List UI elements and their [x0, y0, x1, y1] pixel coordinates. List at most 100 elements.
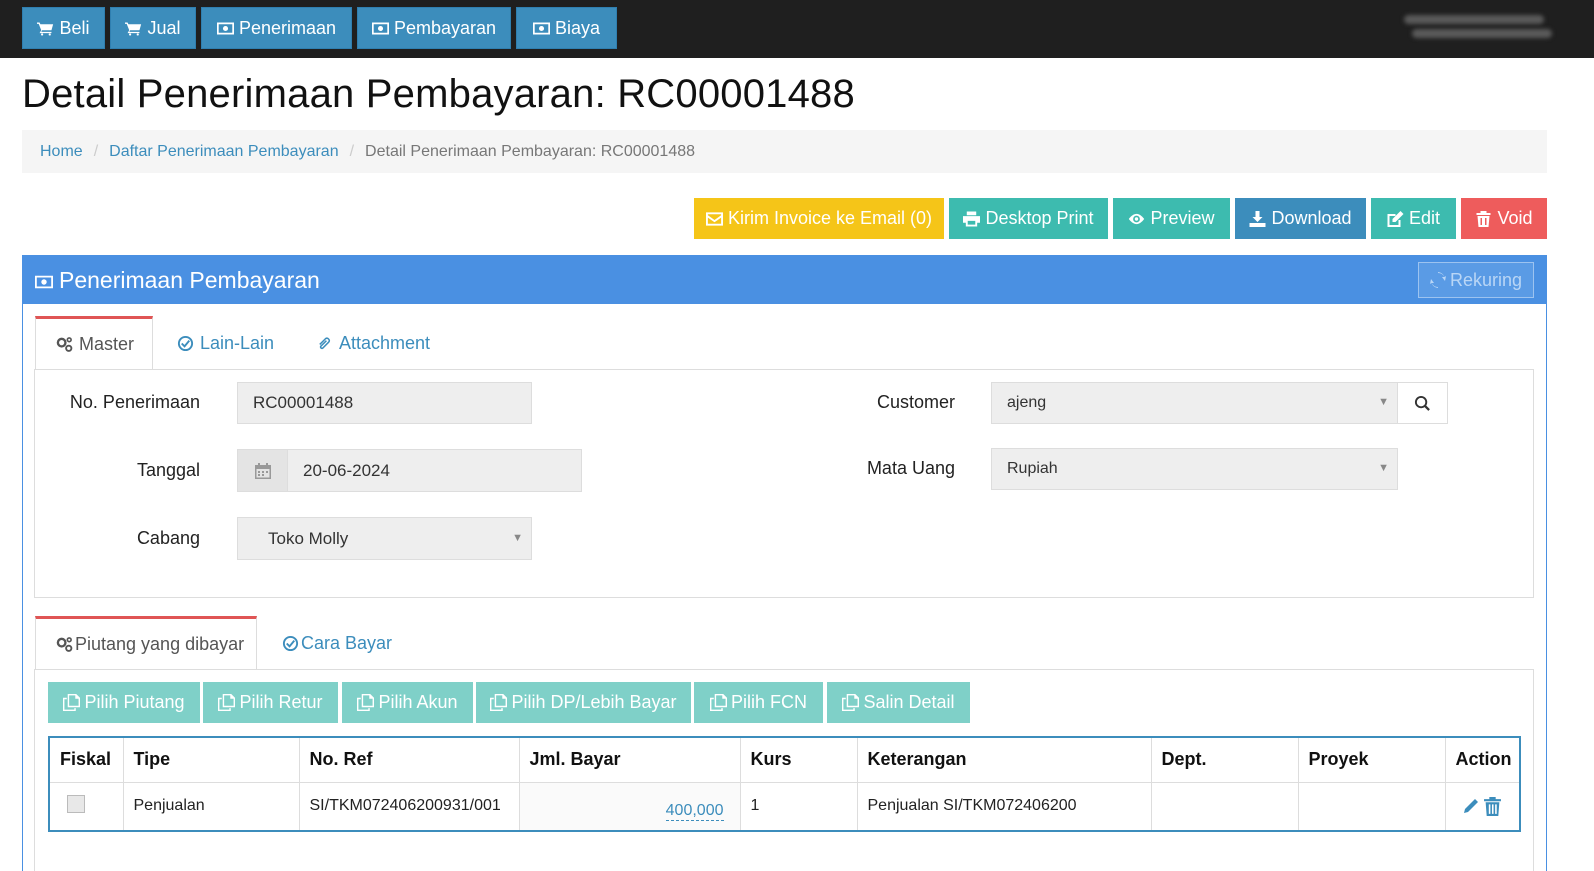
nav-penerimaan-button[interactable]: Penerimaan — [201, 7, 352, 49]
nav-pembayaran-button[interactable]: Pembayaran — [357, 7, 511, 49]
dept-cell — [1151, 782, 1299, 831]
tipe-cell: Penjualan — [123, 782, 300, 831]
nav-beli-label: Beli — [59, 17, 90, 38]
chevron-down-icon: ▼ — [512, 531, 523, 544]
page-title: Detail Penerimaan Pembayaran: RC00001488 — [22, 72, 855, 116]
customer-select[interactable]: ajeng ▼ — [991, 382, 1398, 424]
customer-value: ajeng — [1007, 394, 1047, 411]
paperclip-icon — [319, 337, 330, 349]
edit-label: Edit — [1408, 208, 1441, 228]
pilih-piutang-button[interactable]: Pilih Piutang — [48, 682, 200, 723]
col-jml-bayar: Jml. Bayar — [519, 737, 741, 783]
col-kurs: Kurs — [740, 737, 858, 783]
cart-icon — [125, 22, 142, 36]
nav-pembayaran-label: Pembayaran — [393, 17, 497, 38]
calendar-addon[interactable] — [237, 449, 288, 492]
table-header-row: Fiskal Tipe No. Ref Jml. Bayar Kurs Kete… — [49, 737, 1520, 783]
cart-icon — [37, 22, 54, 36]
tab-lain-lain[interactable]: Lain-Lain — [177, 316, 274, 370]
fiskal-checkbox[interactable] — [67, 794, 85, 813]
nav-penerimaan-label: Penerimaan — [238, 17, 337, 38]
cabang-select[interactable]: Toko Molly ▼ — [237, 517, 532, 560]
download-icon — [1249, 210, 1266, 227]
proyek-cell — [1298, 782, 1446, 831]
search-icon — [1414, 395, 1430, 411]
tab-master[interactable]: Master — [35, 316, 153, 370]
no-penerimaan-label: No. Penerimaan — [69, 392, 200, 412]
chevron-down-icon: ▼ — [1378, 461, 1389, 474]
mata-uang-select[interactable]: Rupiah ▼ — [991, 448, 1398, 490]
pilih-retur-label: Pilih Retur — [239, 692, 323, 712]
pilih-akun-label: Pilih Akun — [378, 692, 458, 712]
col-action: Action — [1445, 737, 1520, 783]
pilih-fcn-button[interactable]: Pilih FCN — [694, 682, 823, 723]
rekuring-label: Rekuring — [1449, 269, 1523, 290]
tab-cara-bayar[interactable]: Cara Bayar — [282, 616, 392, 670]
col-keterangan: Keterangan — [857, 737, 1152, 783]
preview-button[interactable]: Preview — [1113, 198, 1230, 239]
send-email-button[interactable]: Kirim Invoice ke Email (0) — [694, 198, 944, 239]
mata-uang-label: Mata Uang — [866, 458, 955, 478]
tab-lain-lain-label: Lain-Lain — [200, 332, 275, 353]
no-ref-cell: SI/TKM072406200931/001 — [299, 782, 520, 831]
download-button[interactable]: Download — [1235, 198, 1366, 239]
pilih-retur-button[interactable]: Pilih Retur — [203, 682, 338, 723]
salin-detail-label: Salin Detail — [863, 692, 955, 712]
pencil-icon[interactable] — [1462, 797, 1480, 815]
gears-icon — [56, 337, 73, 352]
breadcrumb: Home / Daftar Penerimaan Pembayaran / De… — [22, 130, 1547, 173]
copy-icon — [357, 694, 375, 711]
col-tipe: Tipe — [123, 737, 300, 783]
tab-master-label: Master — [79, 334, 135, 354]
salin-detail-button[interactable]: Salin Detail — [827, 682, 970, 723]
col-fiskal: Fiskal — [49, 737, 124, 783]
void-label: Void — [1497, 208, 1533, 228]
breadcrumb-list[interactable]: Daftar Penerimaan Pembayaran — [109, 143, 338, 161]
mata-uang-value: Rupiah — [1007, 460, 1058, 477]
panel-header: Penerimaan Pembayaran — [23, 256, 1546, 304]
tab-cara-bayar-label: Cara Bayar — [301, 632, 393, 653]
col-no-ref: No. Ref — [299, 737, 520, 783]
rekuring-button[interactable]: Rekuring — [1418, 262, 1534, 298]
breadcrumb-home[interactable]: Home — [40, 143, 83, 161]
money-icon — [532, 22, 550, 34]
pilih-dp-button[interactable]: Pilih DP/Lebih Bayar — [476, 682, 691, 723]
trash-icon — [1476, 210, 1491, 227]
tab-piutang-dibayar[interactable]: Piutang yang dibayar — [35, 616, 257, 670]
gears-icon — [56, 637, 73, 652]
no-penerimaan-field[interactable]: RC00001488 — [237, 382, 532, 424]
tanggal-field[interactable]: 20-06-2024 — [287, 449, 582, 492]
tab-attachment[interactable]: Attachment — [316, 316, 430, 370]
user-info-redacted[interactable] — [1404, 10, 1554, 43]
fiskal-cell — [49, 782, 124, 831]
chevron-down-icon: ▼ — [1378, 395, 1389, 408]
nav-jual-label: Jual — [147, 17, 181, 38]
copy-icon — [709, 694, 727, 711]
edit-button[interactable]: Edit — [1371, 198, 1456, 239]
kurs-cell: 1 — [740, 782, 858, 831]
col-proyek: Proyek — [1298, 737, 1446, 783]
trash-icon[interactable] — [1484, 796, 1501, 816]
jml-bayar-cell: 400,000 — [519, 782, 741, 831]
pilih-akun-button[interactable]: Pilih Akun — [342, 682, 473, 723]
send-email-label: Kirim Invoice ke Email (0) — [727, 208, 933, 228]
pilih-piutang-label: Pilih Piutang — [84, 692, 185, 712]
money-icon — [35, 275, 53, 288]
jml-bayar-editable[interactable]: 400,000 — [665, 802, 724, 821]
nav-jual-button[interactable]: Jual — [110, 7, 196, 49]
download-label: Download — [1271, 208, 1352, 228]
breadcrumb-separator: / — [93, 142, 99, 160]
pilih-fcn-label: Pilih FCN — [730, 692, 807, 712]
edit-icon — [1387, 210, 1404, 227]
void-button[interactable]: Void — [1461, 198, 1547, 239]
copy-icon — [63, 694, 81, 711]
nav-biaya-button[interactable]: Biaya — [516, 7, 617, 49]
desktop-print-button[interactable]: Desktop Print — [949, 198, 1108, 239]
piutang-table: Fiskal Tipe No. Ref Jml. Bayar Kurs Kete… — [48, 736, 1521, 832]
keterangan-cell: Penjualan SI/TKM072406200 — [857, 782, 1152, 831]
cabang-label: Cabang — [136, 528, 200, 548]
breadcrumb-current: Detail Penerimaan Pembayaran: RC00001488 — [365, 142, 696, 160]
customer-search-button[interactable] — [1397, 382, 1448, 424]
nav-beli-button[interactable]: Beli — [22, 7, 105, 49]
preview-label: Preview — [1150, 208, 1215, 228]
